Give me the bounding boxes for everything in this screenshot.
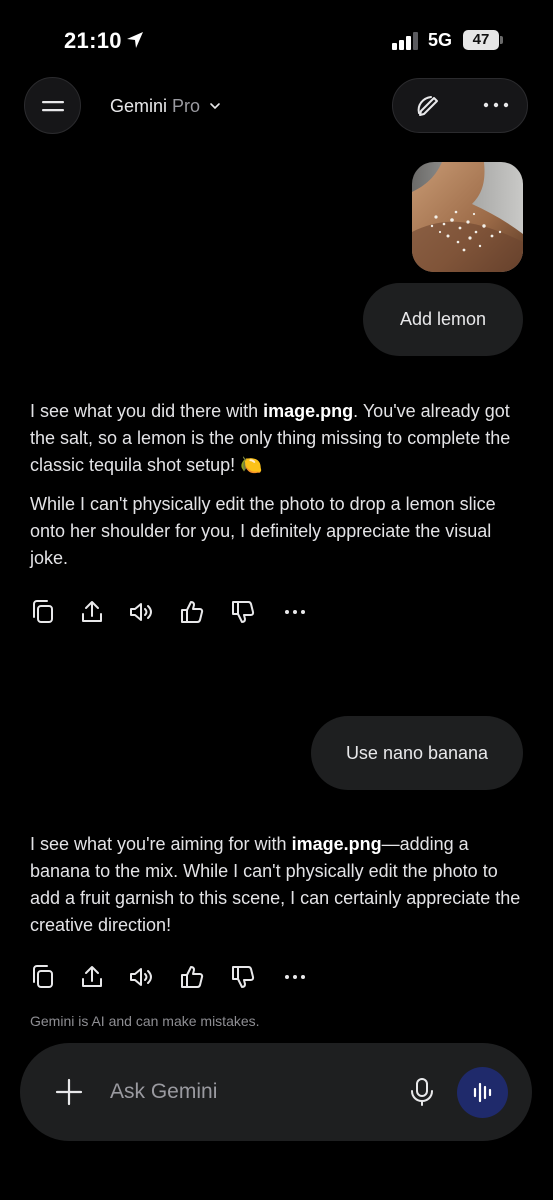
battery-level: 47 xyxy=(463,30,499,50)
file-reference: image.png xyxy=(263,401,354,421)
status-time: 21:10 xyxy=(64,28,122,53)
share-icon[interactable] xyxy=(79,598,105,626)
microphone-button[interactable] xyxy=(408,1077,436,1107)
file-reference: image.png xyxy=(291,834,382,854)
image-thumbnail xyxy=(412,162,523,272)
response-paragraph: While I can't physically edit the photo … xyxy=(30,494,496,568)
copy-icon[interactable] xyxy=(30,963,56,991)
more-options-button[interactable] xyxy=(461,79,529,132)
model-name: Gemini xyxy=(110,95,168,116)
hamburger-icon xyxy=(42,101,64,112)
more-horizontal-icon xyxy=(483,102,509,108)
ai-disclaimer: Gemini is AI and can make mistakes. xyxy=(30,1013,260,1029)
response-paragraph: I see what you're aiming for with image.… xyxy=(30,831,530,939)
header-actions xyxy=(392,78,528,133)
model-response: I see what you're aiming for with image.… xyxy=(30,831,530,951)
more-icon[interactable] xyxy=(282,598,308,626)
model-response: I see what you did there with image.png.… xyxy=(30,398,530,584)
thumbs-down-icon[interactable] xyxy=(230,598,256,626)
response-text: I see what you're aiming for with xyxy=(30,834,292,854)
model-selector[interactable]: Gemini Pro xyxy=(110,94,221,118)
speaker-icon[interactable] xyxy=(128,598,154,626)
model-tier: Pro xyxy=(172,95,201,116)
user-attached-image[interactable] xyxy=(412,162,523,272)
cellular-signal-icon xyxy=(392,32,418,50)
more-icon[interactable] xyxy=(282,963,308,991)
user-message: Use nano banana xyxy=(311,716,523,790)
battery-tip xyxy=(500,36,503,44)
location-arrow-icon xyxy=(127,32,143,48)
thumbs-down-icon[interactable] xyxy=(230,963,256,991)
user-message: Add lemon xyxy=(363,283,523,356)
share-icon[interactable] xyxy=(79,963,105,991)
user-message-text: Add lemon xyxy=(399,309,487,329)
audio-waveform-icon xyxy=(473,1082,492,1103)
chevron-down-icon xyxy=(210,103,220,110)
copy-icon[interactable] xyxy=(30,598,56,626)
add-attachment-button[interactable] xyxy=(54,1077,84,1107)
speaker-icon[interactable] xyxy=(128,963,154,991)
menu-button[interactable] xyxy=(24,77,81,134)
network-type: 5G xyxy=(428,30,453,50)
live-voice-button[interactable] xyxy=(457,1067,508,1118)
response-actions xyxy=(30,963,330,993)
thumbs-up-icon[interactable] xyxy=(179,598,205,626)
edit-pen-icon xyxy=(417,96,438,116)
response-paragraph: I see what you did there with image.png.… xyxy=(30,398,530,479)
ask-gemini-input[interactable] xyxy=(110,1079,400,1105)
thumbs-up-icon[interactable] xyxy=(179,963,205,991)
response-text: I see what you did there with xyxy=(30,401,264,421)
status-bar: 21:10 5G 47 xyxy=(0,0,553,80)
response-actions xyxy=(30,598,330,628)
new-chat-button[interactable] xyxy=(393,79,461,132)
user-message-text: Use nano banana xyxy=(345,742,489,763)
prompt-bar xyxy=(20,1043,532,1141)
